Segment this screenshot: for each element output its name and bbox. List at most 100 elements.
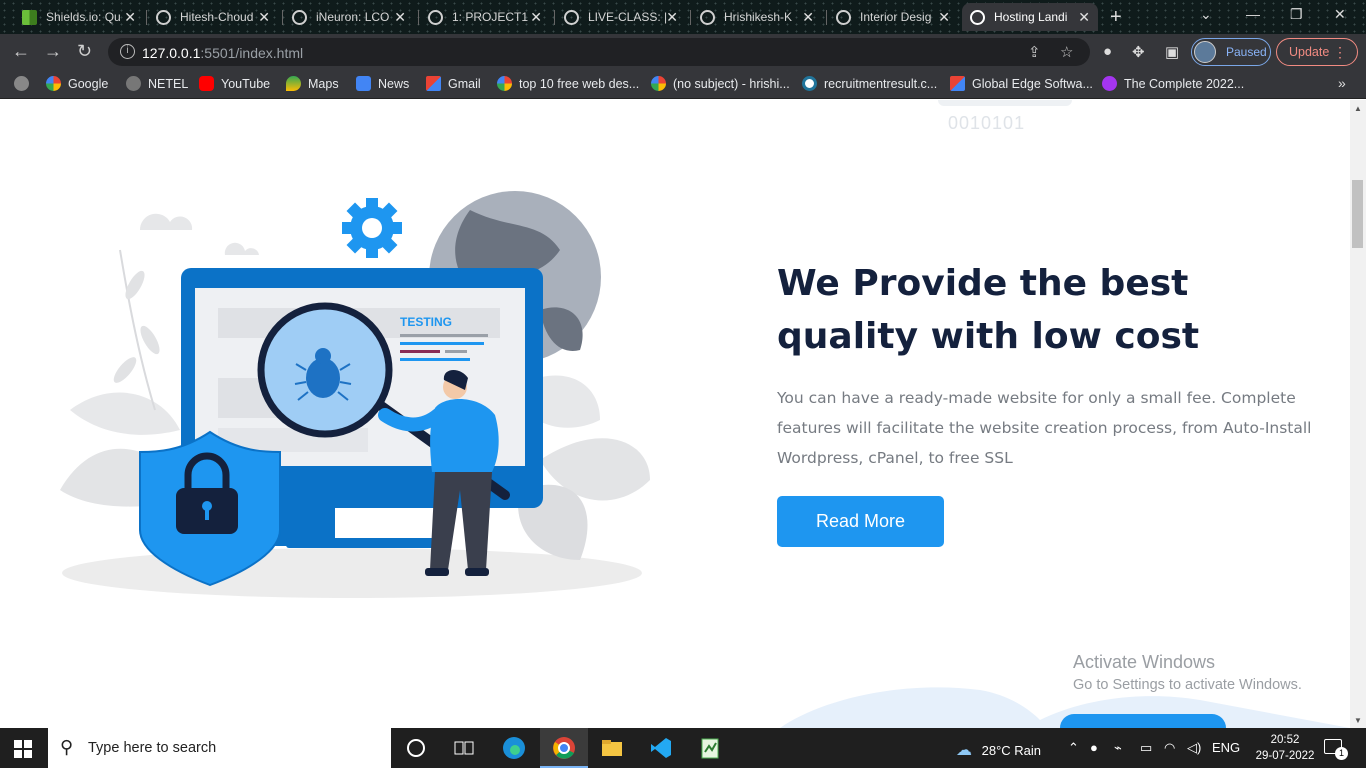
bookmark-maps[interactable]: Maps xyxy=(286,76,339,91)
taskbar-clock[interactable]: 20:52 29-07-2022 xyxy=(1253,732,1317,764)
volume-icon[interactable]: ◁) xyxy=(1187,740,1201,756)
bookmark-complete-2022[interactable]: The Complete 2022... xyxy=(1102,76,1244,91)
bookmarks-bar: Google NETEL YouTube Maps News Gmail top… xyxy=(0,70,1366,99)
sidepanel-icon[interactable]: ▣ xyxy=(1165,43,1179,61)
usb-icon[interactable]: ⌁ xyxy=(1114,740,1122,756)
profile-button[interactable]: Paused xyxy=(1191,38,1271,66)
bookmark-news[interactable]: News xyxy=(356,76,409,91)
minimize-button[interactable]: — xyxy=(1246,6,1260,22)
restore-button[interactable]: ❐ xyxy=(1290,6,1303,23)
tab-project1[interactable]: 1: PROJECT1 ✕ xyxy=(420,3,550,31)
update-button[interactable]: Update ⋮ xyxy=(1276,38,1358,66)
bookmark-top10[interactable]: top 10 free web des... xyxy=(497,76,639,91)
address-bar[interactable]: i 127.0.0.1:5501/index.html ⇪ ☆ xyxy=(108,38,1090,66)
tab-strip: Shields.io: Qu ✕ Hitesh-Choud ✕ iNeuron:… xyxy=(0,0,1366,34)
close-icon[interactable]: ✕ xyxy=(258,9,270,26)
bookmark-netel[interactable]: NETEL xyxy=(126,76,188,91)
tab-live-class[interactable]: LIVE-CLASS: | ✕ xyxy=(556,3,686,31)
reload-button[interactable]: ↻ xyxy=(77,41,92,62)
app-tray-icon[interactable]: ● xyxy=(1090,740,1098,755)
globe-icon xyxy=(126,76,141,91)
globe-icon xyxy=(836,9,851,25)
vscode-icon[interactable] xyxy=(649,736,673,760)
share-icon[interactable]: ⇪ xyxy=(1028,43,1041,61)
close-icon[interactable]: ✕ xyxy=(938,9,950,26)
page-headline: We Provide the best quality with low cos… xyxy=(777,263,1200,357)
globe-icon xyxy=(156,9,171,25)
testing-illustration: TESTING xyxy=(60,191,650,598)
tab-search-icon[interactable]: ⌄ xyxy=(1200,6,1212,23)
bookmark-recruitment[interactable]: recruitmentresult.c... xyxy=(802,76,937,91)
language-indicator[interactable]: ENG xyxy=(1212,740,1240,755)
bug-head xyxy=(315,348,331,364)
avatar xyxy=(1194,41,1216,63)
keyhole-slot xyxy=(205,508,209,520)
apps-icon[interactable] xyxy=(14,76,36,91)
gear-icon xyxy=(342,198,402,258)
tab-interior[interactable]: Interior Desig ✕ xyxy=(828,3,958,31)
cortana-icon[interactable] xyxy=(404,736,428,760)
globe-icon xyxy=(564,9,579,25)
cloud-icon xyxy=(139,213,193,230)
screen-line xyxy=(400,350,440,353)
forward-button[interactable]: → xyxy=(44,41,62,62)
battery-icon[interactable]: ▭ xyxy=(1140,740,1152,756)
read-more-button[interactable]: Read More xyxy=(777,496,944,547)
notepad-app-icon[interactable] xyxy=(698,736,722,760)
activate-windows-watermark: Activate Windows Go to Settings to activ… xyxy=(1073,652,1302,693)
tab-shields[interactable]: Shields.io: Qu ✕ xyxy=(14,3,144,31)
task-view-icon[interactable] xyxy=(452,736,476,760)
bookmark-google[interactable]: Google xyxy=(46,76,108,91)
edge-icon[interactable] xyxy=(502,736,526,760)
bookmark-youtube[interactable]: YouTube xyxy=(199,76,270,91)
tab-separator xyxy=(690,10,691,25)
wifi-icon[interactable]: ◠ xyxy=(1164,740,1175,756)
scroll-down-arrow-icon[interactable]: ▼ xyxy=(1354,716,1362,725)
globe-icon xyxy=(428,9,443,25)
info-icon[interactable]: i xyxy=(120,44,135,59)
puzzle-icon[interactable]: ✥ xyxy=(1132,43,1145,61)
bookmark-no-subject[interactable]: (no subject) - hrishi... xyxy=(651,76,790,91)
star-icon[interactable]: ☆ xyxy=(1060,43,1073,61)
close-icon[interactable]: ✕ xyxy=(530,9,542,26)
bookmark-global-edge[interactable]: Global Edge Softwa... xyxy=(950,76,1093,91)
close-icon[interactable]: ✕ xyxy=(802,9,814,26)
more-bookmarks-icon[interactable]: » xyxy=(1338,75,1346,91)
file-explorer-icon[interactable] xyxy=(600,736,624,760)
gmail-icon xyxy=(950,76,965,91)
tab-hosting-active[interactable]: Hosting Landi ✕ xyxy=(962,3,1098,31)
windows-start-icon[interactable] xyxy=(14,740,32,758)
chevron-up-icon[interactable]: ⌃ xyxy=(1068,740,1079,756)
weather-widget[interactable]: ☁ 28°C Rain xyxy=(956,740,1041,760)
tab-separator xyxy=(826,10,827,25)
taskbar-search[interactable]: ⚲ Type here to search xyxy=(48,728,391,768)
tab-separator xyxy=(282,10,283,25)
close-icon[interactable]: ✕ xyxy=(1078,9,1090,26)
bookmark-gmail[interactable]: Gmail xyxy=(426,76,481,91)
extension-icon[interactable]: ● xyxy=(1103,43,1112,60)
binary-decoration: 0010101 xyxy=(948,113,1026,133)
close-icon[interactable]: ✕ xyxy=(394,9,406,26)
tab-hrishikesh[interactable]: Hrishikesh-K ✕ xyxy=(692,3,822,31)
menu-icon[interactable]: ⋮ xyxy=(1333,44,1347,61)
back-button[interactable]: ← xyxy=(12,41,30,62)
close-icon[interactable]: ✕ xyxy=(124,9,136,26)
page-scrollbar[interactable]: ▲ ▼ xyxy=(1350,100,1366,728)
screen-line xyxy=(445,350,467,353)
tab-hitesh[interactable]: Hitesh-Choud ✕ xyxy=(148,3,278,31)
tab-ineuron[interactable]: iNeuron: LCO ✕ xyxy=(284,3,414,31)
new-tab-button[interactable]: + xyxy=(1110,6,1122,29)
gmail-icon xyxy=(426,76,441,91)
chrome-icon[interactable] xyxy=(552,736,576,760)
close-window-button[interactable]: ✕ xyxy=(1334,6,1346,23)
close-icon[interactable]: ✕ xyxy=(666,9,678,26)
wordpress-icon xyxy=(802,76,817,91)
monitor-base xyxy=(286,538,436,548)
url-text: 127.0.0.1:5501/index.html xyxy=(142,45,304,61)
scroll-thumb[interactable] xyxy=(1352,180,1363,248)
maps-icon xyxy=(286,76,301,91)
leaf-left-upper xyxy=(70,392,180,435)
tab-separator xyxy=(554,10,555,25)
scroll-up-arrow-icon[interactable]: ▲ xyxy=(1354,104,1362,113)
notification-icon[interactable]: 1 xyxy=(1324,739,1348,760)
